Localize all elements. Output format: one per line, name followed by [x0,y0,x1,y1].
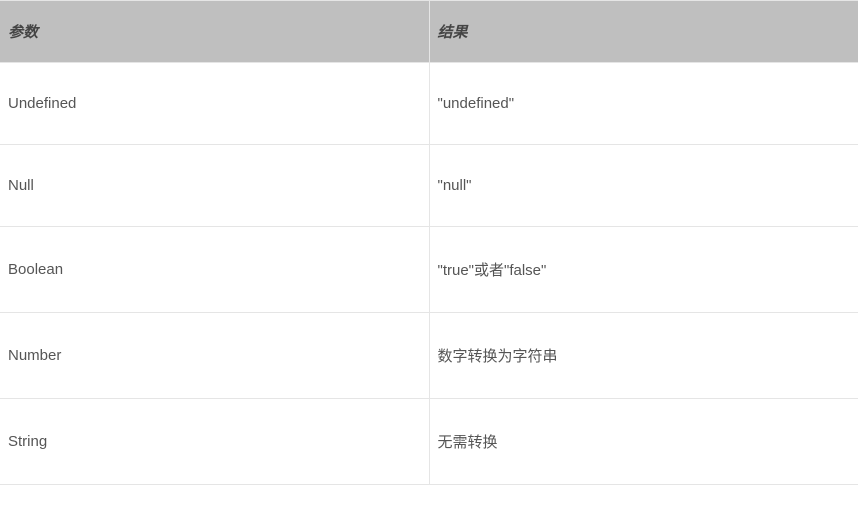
table-row: Undefined "undefined" [0,63,858,145]
cell-param: Undefined [0,63,429,145]
table-row: Boolean "true"或者"false" [0,227,858,313]
table-row: Null "null" [0,145,858,227]
header-result: 结果 [429,1,858,63]
cell-param: Boolean [0,227,429,313]
cell-param: Null [0,145,429,227]
cell-result: "true"或者"false" [429,227,858,313]
cell-result: 无需转换 [429,399,858,485]
cell-result: "undefined" [429,63,858,145]
table-row: String 无需转换 [0,399,858,485]
cell-result: 数字转换为字符串 [429,313,858,399]
cell-param: String [0,399,429,485]
cell-param: Number [0,313,429,399]
conversion-table: 参数 结果 Undefined "undefined" Null "null" … [0,0,858,485]
table-row: Number 数字转换为字符串 [0,313,858,399]
header-param: 参数 [0,1,429,63]
cell-result: "null" [429,145,858,227]
